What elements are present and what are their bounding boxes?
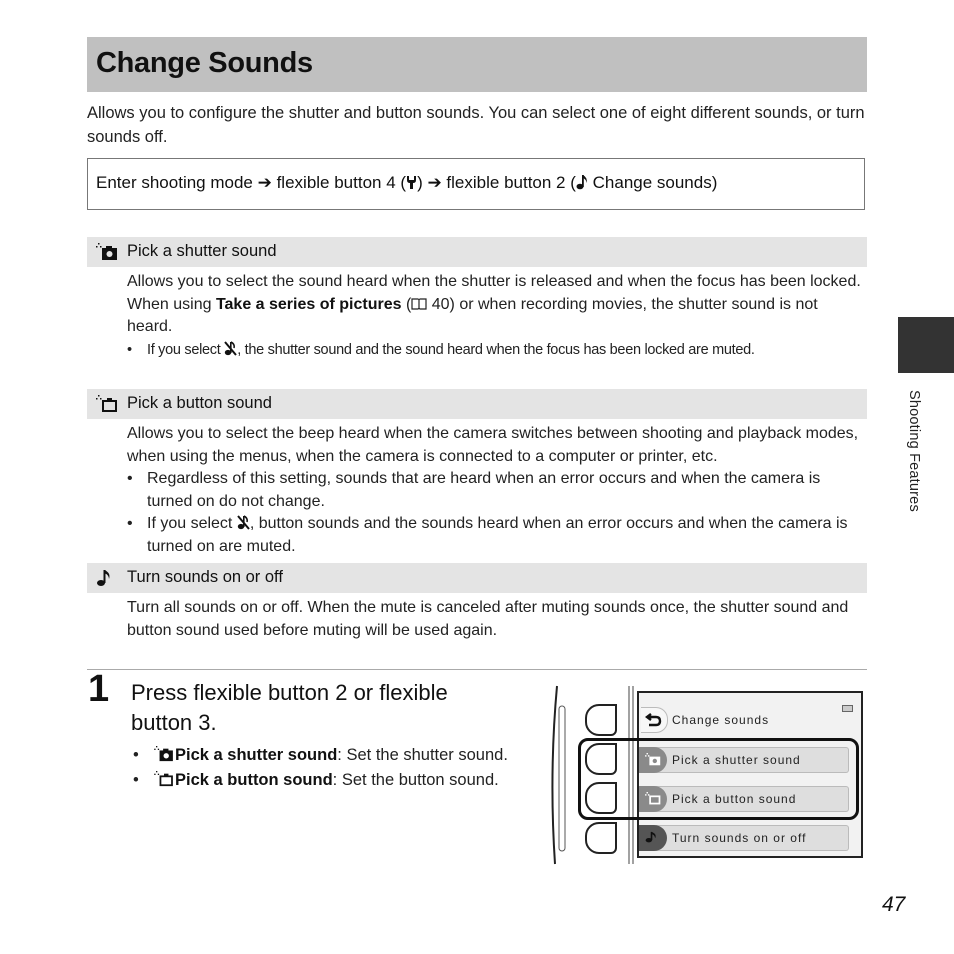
section-label: Turn sounds on or off <box>127 568 283 586</box>
section-body-sounds-on-off: Turn all sounds on or off. When the mute… <box>127 597 862 642</box>
step-item: Pick a button sound: Set the button soun… <box>133 768 508 793</box>
menu-item-label: Turn sounds on or off <box>672 831 807 845</box>
bold-term: Take a series of pictures <box>215 295 402 313</box>
section-label: Pick a button sound <box>127 394 272 412</box>
divider <box>87 669 867 670</box>
chapter-tab[interactable] <box>898 317 954 373</box>
path-close-paren: ) <box>417 173 428 192</box>
navigation-path-box: Enter shooting mode ➔ flexible button 4 … <box>87 158 865 210</box>
text: : Set the button sound. <box>332 771 499 789</box>
screen-title: Change sounds <box>672 713 770 727</box>
paragraph: Allows you to select the sound heard whe… <box>127 273 861 290</box>
shutter-sound-icon <box>96 243 117 260</box>
button-sound-icon <box>154 771 173 787</box>
bold-term: Pick a button sound <box>175 771 333 789</box>
flexible-button-4[interactable] <box>585 822 617 854</box>
arrow-icon: ➔ <box>257 173 272 192</box>
arrow-icon: ➔ <box>427 173 442 192</box>
back-button[interactable] <box>641 707 668 733</box>
wrench-icon <box>407 176 417 189</box>
bullet-item: Regardless of this setting, sounds that … <box>127 468 862 513</box>
music-note-icon <box>576 175 587 190</box>
page-reference[interactable]: 40) <box>427 296 455 313</box>
mute-icon <box>237 515 250 530</box>
book-icon <box>411 297 427 310</box>
intro-text: Allows you to configure the shutter and … <box>87 104 865 146</box>
music-note-icon <box>645 831 656 843</box>
flexible-button-1[interactable] <box>585 704 617 736</box>
section-body-shutter-sound: Allows you to select the sound heard whe… <box>127 271 862 361</box>
text: , button sounds and the sounds heard whe… <box>147 515 848 555</box>
step-items: Pick a shutter sound: Set the shutter so… <box>133 743 508 793</box>
paragraph: When using Take a series of pictures ( 4… <box>127 294 862 339</box>
step-title: Press flexible button 2 or flexible butt… <box>131 680 448 735</box>
path-step-2: flexible button 4 ( <box>271 173 407 192</box>
text: When using <box>127 295 216 313</box>
text: If you select <box>147 515 237 532</box>
menu-item-sounds-on-off[interactable]: Turn sounds on or off <box>639 825 849 851</box>
page-number: 47 <box>882 893 906 916</box>
highlight-frame <box>578 738 859 820</box>
camera-illustration: Change sounds Pick a shutter sound Pick … <box>545 684 870 866</box>
path-step-3: flexible button 2 ( <box>441 173 576 192</box>
section-label: Pick a shutter sound <box>127 242 277 260</box>
path-step-1: Enter shooting mode <box>96 173 258 192</box>
mute-icon <box>224 340 237 356</box>
section-header-sounds-on-off: Turn sounds on or off <box>87 563 867 593</box>
text: If you select <box>147 341 225 358</box>
section-body-button-sound: Allows you to select the beep heard when… <box>127 423 862 558</box>
text: : Set the shutter sound. <box>337 746 508 764</box>
section-header-shutter-sound: Pick a shutter sound <box>87 237 867 267</box>
battery-icon <box>842 705 853 712</box>
back-icon <box>645 713 662 727</box>
bullet-item: If you select , the shutter sound and th… <box>127 339 862 362</box>
step-item: Pick a shutter sound: Set the shutter so… <box>133 743 508 768</box>
title-bar: Change Sounds <box>87 37 867 92</box>
path-step-3-label: Change sounds) <box>587 173 718 192</box>
chapter-label: Shooting Features <box>906 390 922 512</box>
music-note-icon <box>97 570 110 586</box>
text: , the shutter sound and the sound heard … <box>237 341 755 358</box>
step-number: 1 <box>88 668 110 710</box>
shutter-sound-icon <box>154 746 173 762</box>
bullet-item: If you select , button sounds and the so… <box>127 513 862 558</box>
bold-term: Pick a shutter sound <box>175 746 338 764</box>
paragraph: Turn all sounds on or off. When the mute… <box>127 599 849 639</box>
text: ( <box>401 295 412 313</box>
button-sound-icon <box>96 395 117 412</box>
paragraph: Allows you to select the beep heard when… <box>127 425 859 465</box>
menu-icon-bg <box>639 825 667 851</box>
navigation-path: Enter shooting mode ➔ flexible button 4 … <box>96 173 717 193</box>
page-title: Change Sounds <box>96 47 313 79</box>
section-header-button-sound: Pick a button sound <box>87 389 867 419</box>
